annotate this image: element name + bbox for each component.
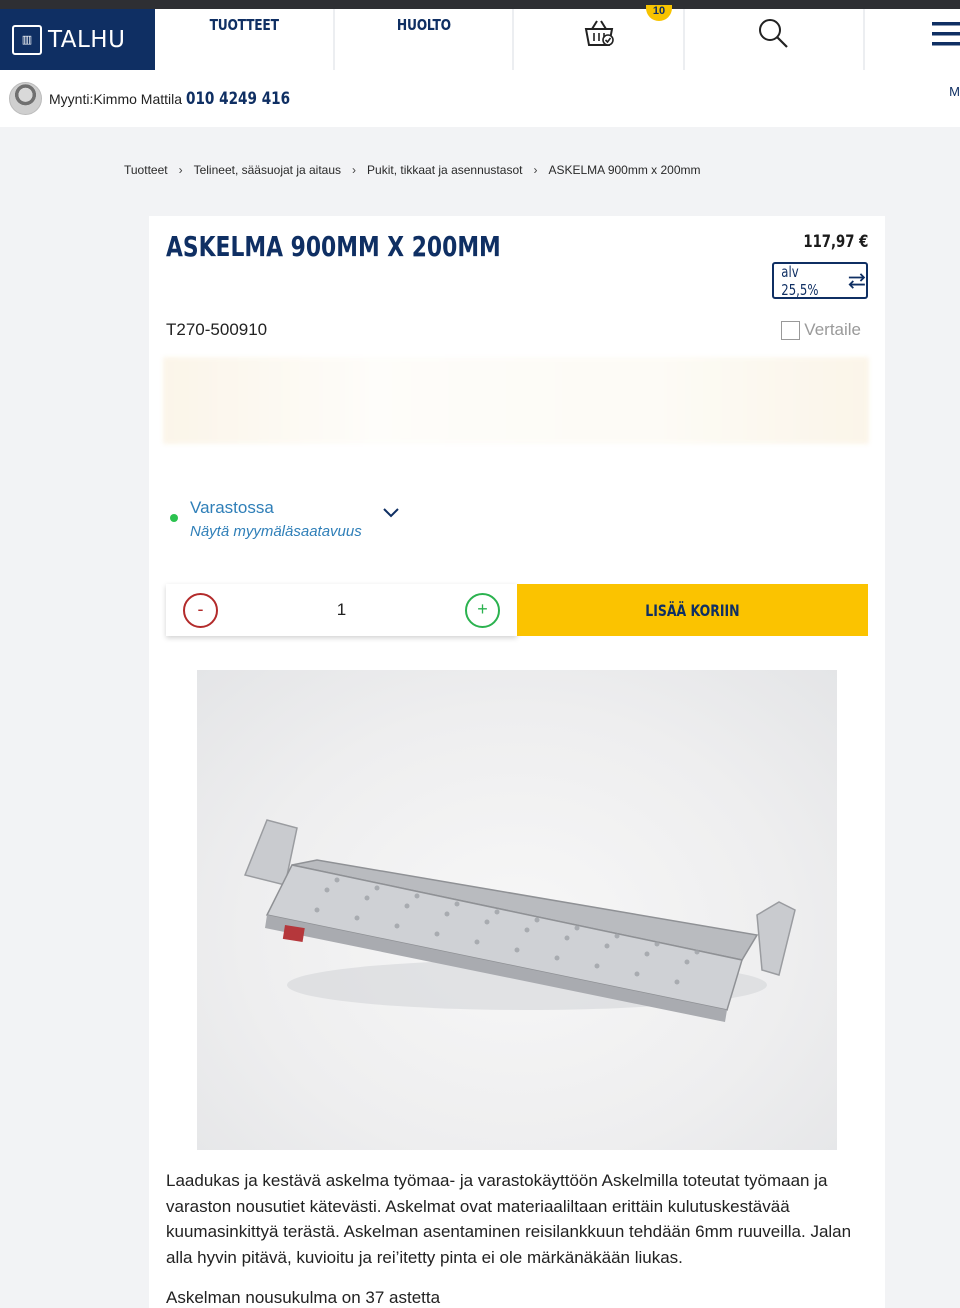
product-card: ASKELMA 900MM X 200MM 117,97 € alv 25,5%…	[149, 216, 885, 1308]
blurred-region	[163, 357, 869, 444]
top-strip	[0, 0, 960, 9]
product-description: Laadukas ja kestävä askelma työmaa- ja v…	[166, 1171, 852, 1267]
breadcrumb-separator: ›	[178, 163, 183, 177]
swap-arrows-icon	[848, 272, 866, 289]
nav-item-service[interactable]: HUOLTO	[335, 9, 514, 70]
hamburger-menu-icon	[932, 22, 960, 46]
quantity-stepper: - 1 +	[166, 584, 517, 636]
cart-count-badge: 10	[646, 5, 672, 21]
seller-avatar	[9, 82, 42, 115]
cart-button[interactable]: 10	[514, 5, 685, 70]
store-availability-link[interactable]: Näytä myymäläsaatavuus	[190, 523, 362, 540]
add-to-cart-button[interactable]: LISÄÄ KORIIN	[517, 584, 868, 636]
breadcrumb-separator: ›	[352, 163, 357, 177]
product-angle-note: Askelman nousukulma on 37 astetta	[166, 1288, 441, 1307]
compare-checkbox-box[interactable]	[781, 320, 801, 340]
nav-label-products: TUOTTEET	[209, 16, 279, 34]
vat-toggle-button[interactable]: alv 25,5%	[772, 262, 868, 299]
quantity-increase-button[interactable]: +	[465, 593, 500, 628]
product-price: 117,97 €	[802, 232, 868, 252]
chevron-down-icon[interactable]	[383, 508, 399, 518]
logo-text: TALHU	[48, 26, 126, 53]
compare-checkbox[interactable]: Vertaile	[781, 320, 861, 340]
in-stock-dot-icon	[170, 514, 178, 522]
product-title: ASKELMA 900MM X 200MM	[166, 230, 501, 263]
basket-icon	[584, 20, 614, 46]
nav-item-products[interactable]: TUOTTEET	[155, 9, 335, 70]
menu-button[interactable]	[865, 9, 960, 70]
vat-label: alv 25,5%	[781, 262, 819, 299]
search-button[interactable]	[685, 9, 865, 70]
search-icon	[759, 19, 788, 48]
breadcrumb-current: ASKELMA 900mm x 200mm	[548, 163, 701, 177]
add-to-cart-label: LISÄÄ KORIIN	[645, 600, 740, 620]
logo-mark-icon: ▥	[12, 24, 42, 55]
main-navbar: ▥ TALHU TUOTTEET HUOLTO 10	[0, 5, 960, 70]
product-image[interactable]	[197, 670, 837, 1150]
breadcrumb-separator: ›	[533, 163, 538, 177]
breadcrumb: Tuotteet › Telineet, sääsuojat ja aitaus…	[124, 163, 701, 177]
seller-contact: Myynti:Kimmo Mattila 010 4249 416	[0, 70, 960, 127]
product-sku: T270-500910	[166, 320, 268, 339]
nav-label-service: HUOLTO	[396, 16, 451, 34]
stock-status: Varastossa	[190, 498, 274, 517]
breadcrumb-link-products[interactable]: Tuotteet	[124, 163, 168, 177]
logo[interactable]: ▥ TALHU	[0, 9, 155, 70]
breadcrumb-link-trestles[interactable]: Pukit, tikkaat ja asennustasot	[367, 163, 522, 177]
compare-label: Vertaile	[804, 320, 861, 339]
edge-letter: M	[949, 84, 960, 99]
seller-name: Myynti:Kimmo Mattila	[49, 90, 183, 107]
seller-phone-link[interactable]: 010 4249 416	[186, 89, 290, 109]
product-photo-illustration	[243, 819, 796, 1022]
breadcrumb-link-scaffolding[interactable]: Telineet, sääsuojat ja aitaus	[194, 163, 341, 177]
